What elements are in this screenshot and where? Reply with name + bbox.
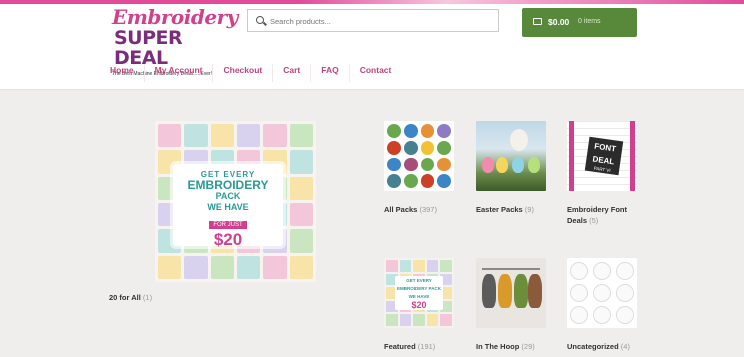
cart-button[interactable]: $0.00 0 items [522, 8, 637, 37]
design-circle [570, 284, 588, 302]
design-circle [616, 306, 634, 324]
nav-faq[interactable]: FAQ [311, 64, 350, 82]
category-name: Easter Packs [476, 205, 523, 214]
category-label: Embroidery Font Deals (5) [567, 204, 637, 226]
category-all-packs[interactable]: All Packs (397) [384, 121, 454, 215]
category-name: In The Hoop [476, 342, 520, 351]
category-label: In The Hoop (29) [476, 341, 546, 352]
featured-mini-price: $20 [411, 300, 427, 310]
category-easter-packs[interactable]: Easter Packs (9) [476, 121, 546, 215]
feature-caption-link[interactable]: 20 for All (1) [109, 293, 152, 302]
egg-shape [496, 157, 508, 173]
pink-stripe [630, 121, 635, 191]
keychain-toy [482, 274, 496, 308]
featured-mini-line-1: GET EVERY [406, 278, 432, 283]
font-deal-badge: FONT DEAL PART VI [584, 136, 624, 176]
design-circle [570, 262, 588, 280]
category-count: (191) [417, 342, 436, 351]
feature-product-image[interactable]: GET EVERY EMBROIDERY PACK WE HAVE FOR JU… [155, 121, 316, 282]
site-logo[interactable]: Embroidery SUPER DEAL The Best Machine E… [112, 5, 238, 77]
category-label: All Packs (397) [384, 204, 454, 215]
feature-caption-count: (1) [142, 293, 153, 302]
category-thumb-uncategorized[interactable] [567, 258, 637, 328]
nav-cart[interactable]: Cart [273, 64, 312, 82]
design-circle [616, 284, 634, 302]
egg-shape [512, 157, 524, 173]
banner-price: $20 [213, 230, 243, 249]
category-thumb-featured[interactable]: GET EVERY EMBROIDERY PACK WE HAVE $20 [384, 258, 454, 328]
category-label: Easter Packs (9) [476, 204, 546, 215]
category-uncategorized[interactable]: Uncategorized (4) [567, 258, 637, 352]
design-circle [593, 262, 611, 280]
category-count: (5) [589, 216, 599, 225]
category-label: Uncategorized (4) [567, 341, 637, 352]
keychain-rail [482, 268, 540, 270]
egg-shape [528, 157, 540, 173]
category-thumb-in-the-hoop[interactable] [476, 258, 546, 328]
category-count: (4) [620, 342, 630, 351]
cart-icon [533, 18, 542, 25]
logo-text-super-deal: SUPER DEAL [114, 27, 183, 69]
keychain-toy [498, 274, 512, 308]
primary-nav: Home My Account Checkout Cart FAQ Contac… [100, 64, 401, 82]
banner-line-3: PACK [215, 191, 241, 201]
cart-item-count: 0 items [578, 18, 601, 25]
design-circle [593, 284, 611, 302]
category-count: (29) [521, 342, 535, 351]
banner-line-4: WE HAVE [207, 202, 249, 212]
search-icon [256, 16, 264, 24]
bunny-figure [510, 129, 528, 151]
design-circle [616, 262, 634, 280]
category-embroidery-font-deals[interactable]: FONT DEAL PART VI Embroidery Font Deals … [567, 121, 637, 226]
category-name: Featured [384, 342, 416, 351]
keychain-toy [514, 274, 528, 308]
search-input[interactable] [270, 13, 490, 29]
font-deal-line-1: FONT [593, 141, 617, 154]
keychain-toy [528, 274, 542, 308]
banner-line-2: EMBROIDERY [187, 178, 269, 192]
featured-mini-banner: GET EVERY EMBROIDERY PACK WE HAVE $20 [395, 276, 443, 310]
category-thumb-font-deals[interactable]: FONT DEAL PART VI [567, 121, 637, 191]
category-featured[interactable]: GET EVERY EMBROIDERY PACK WE HAVE $20 Fe… [384, 258, 454, 352]
egg-shape [482, 157, 494, 173]
nav-contact[interactable]: Contact [350, 64, 402, 82]
feature-caption-title: 20 for All [109, 293, 141, 302]
category-count: (397) [419, 205, 437, 214]
nav-checkout[interactable]: Checkout [213, 64, 274, 82]
category-label: Featured (191) [384, 341, 454, 352]
design-circle [593, 306, 611, 324]
banner-line-5: FOR JUST [209, 221, 247, 229]
cart-amount: $0.00 [548, 17, 570, 27]
category-name: All Packs [384, 205, 418, 214]
category-thumb-all-packs[interactable] [384, 121, 454, 191]
category-name: Uncategorized [567, 342, 619, 351]
featured-mini-line-2: EMBROIDERY PACK [397, 286, 441, 291]
nav-home[interactable]: Home [100, 64, 145, 82]
pink-stripe [569, 121, 574, 191]
category-in-the-hoop[interactable]: In The Hoop (29) [476, 258, 546, 352]
feature-banner: GET EVERY EMBROIDERY PACK WE HAVE FOR JU… [173, 164, 283, 249]
category-thumb-easter-packs[interactable] [476, 121, 546, 191]
design-circle [570, 306, 588, 324]
nav-my-account[interactable]: My Account [145, 64, 214, 82]
category-count: (9) [524, 205, 534, 214]
search-box[interactable] [247, 9, 499, 32]
logo-text-embroidery: Embroidery [112, 5, 238, 29]
